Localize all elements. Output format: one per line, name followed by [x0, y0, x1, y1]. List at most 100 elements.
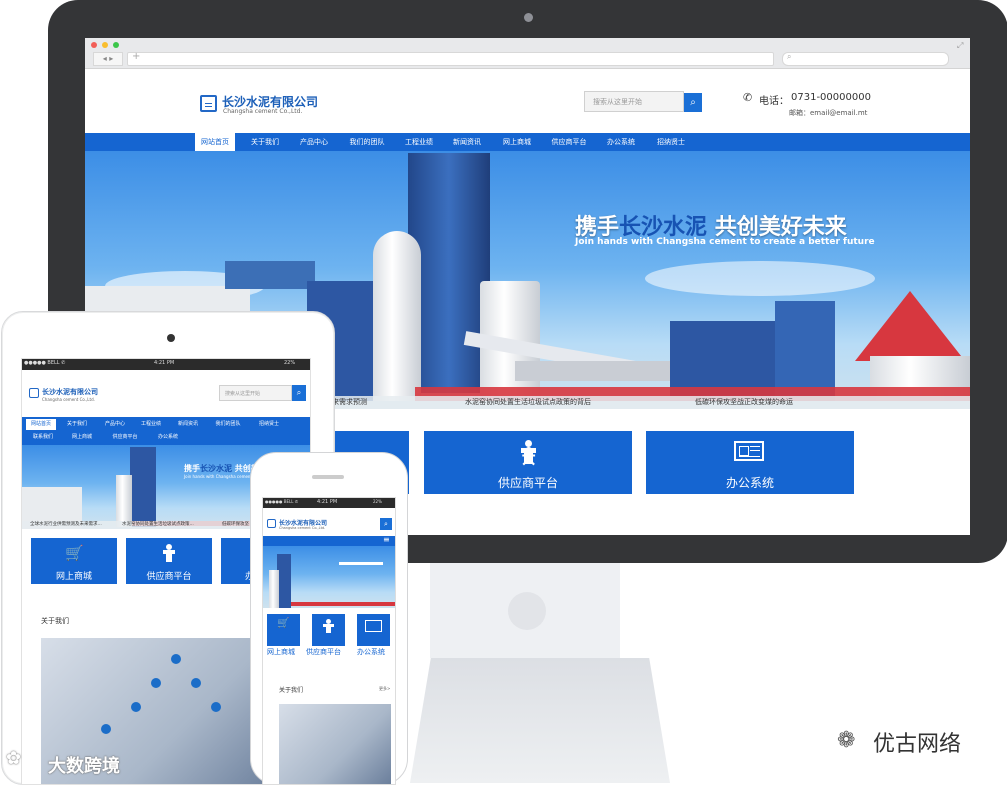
phone-tile-office[interactable] [357, 614, 390, 646]
close-dot-icon[interactable] [91, 42, 97, 48]
phone-banner [263, 546, 395, 608]
nav-item[interactable]: 招纳贤士 [649, 133, 693, 151]
battery-label: 22% [373, 499, 382, 504]
carrier-label: ●●●●● BELL ✆ [265, 499, 299, 504]
carrier-label: ●●●●● BELL ✆ [24, 360, 66, 366]
about-heading: 关于我们 [41, 617, 69, 625]
nav-item[interactable]: 新闻资讯 [445, 133, 489, 151]
back-forward-icon[interactable]: ◂ ▸ [93, 52, 123, 66]
banner-subtitle: Join hands with Changsha cement to creat… [575, 237, 875, 247]
phone-label: 电话： [759, 96, 789, 107]
nav-item[interactable]: 办公系统 [599, 133, 643, 151]
ticker-item[interactable]: 全球水泥行业供需预测及未来需求... [30, 521, 102, 527]
nav-item[interactable]: 网站首页 [195, 133, 235, 151]
nav-item[interactable]: 工程业绩 [397, 133, 441, 151]
nav-item[interactable]: 供应商平台 [104, 432, 146, 443]
about-image [279, 704, 391, 784]
company-subtitle: Changsha cement Co.,Ltd. [42, 397, 95, 402]
phone-tile-shop[interactable]: 🛒 [267, 614, 300, 646]
header-search-input[interactable]: 搜索从这里开始 [584, 91, 684, 112]
tile-office-system[interactable]: 办公系统 [646, 431, 854, 494]
nav-item[interactable]: 关于我们 [60, 419, 94, 430]
tile-label: 网上商城 [267, 648, 295, 656]
wechat-icon: ❁ [837, 728, 856, 753]
company-name: 长沙水泥有限公司 [42, 388, 98, 396]
company-subtitle: Changsha cement Co.,Ltd. [279, 526, 326, 530]
nav-item[interactable]: 关于我们 [243, 133, 287, 151]
nav-item[interactable]: 供应商平台 [543, 133, 595, 151]
tablet-camera [167, 334, 175, 342]
search-placeholder: 搜索从这里开始 [593, 98, 642, 106]
banner-title-strip [339, 562, 383, 565]
nav-item[interactable]: 我们的团队 [208, 419, 248, 430]
about-heading: 关于我们 [279, 687, 304, 694]
search-icon: ⌕ [787, 52, 792, 61]
company-logo-icon [267, 519, 276, 528]
nav-item[interactable]: 网上商城 [62, 432, 102, 443]
fullscreen-icon[interactable]: ⤢ [957, 41, 963, 51]
battery-label: 22% [284, 360, 296, 366]
nav-item[interactable]: 办公系统 [148, 432, 188, 443]
watermark-right: 优古网络 [873, 732, 962, 757]
cloud-shape [645, 261, 875, 296]
supplier-icon [323, 619, 334, 633]
search-icon: ⌕ [296, 388, 302, 397]
nav-item[interactable]: 我们的团队 [341, 133, 393, 151]
browser-chrome: ◂ ▸ + ⌕ ⤢ [85, 38, 970, 69]
plus-icon: + [132, 51, 141, 62]
monitor-stand-base [410, 658, 670, 783]
tablet-tile-supplier[interactable]: 供应商平台 [126, 538, 212, 584]
more-link[interactable]: 更多> [379, 686, 390, 692]
header-search-button[interactable]: ⌕ [684, 93, 702, 112]
phone-search-button[interactable]: ⌕ [380, 518, 392, 530]
nav-item[interactable]: 联系我们 [26, 432, 60, 443]
phone-status-bar: ●●●●● BELL ✆ 4:21 PM 22% [263, 498, 395, 508]
plant-pipe [225, 261, 315, 289]
ticker-item[interactable]: 低碳环保攻坚战正改变煤的命运 [695, 397, 793, 407]
tablet-search-input[interactable]: 搜索从这里开始 [219, 385, 292, 401]
phone-icon: ✆ [743, 91, 753, 104]
supplier-icon [162, 544, 176, 562]
org-chart-figure [131, 702, 141, 712]
status-time: 4:21 PM [317, 499, 338, 505]
nav-item[interactable]: 产品中心 [98, 419, 132, 430]
ticker-item[interactable]: 水泥窑协同处置生活垃圾试点政策的背后 [465, 397, 591, 407]
nav-item[interactable]: 工程业绩 [134, 419, 168, 430]
tile-label: 供应商平台 [306, 648, 341, 656]
tile-label: 办公系统 [725, 476, 774, 490]
menu-icon[interactable]: ≡ [383, 535, 390, 544]
banner-title: 携手长沙水泥 共创美 [184, 463, 259, 474]
preheater-tower [130, 447, 156, 527]
tile-label: 供应商平台 [146, 572, 192, 582]
nav-item[interactable]: 招纳贤士 [250, 419, 288, 430]
warehouse-roof [291, 602, 395, 606]
search-icon: ⌕ [690, 97, 696, 108]
nav-item[interactable]: 产品中心 [292, 133, 336, 151]
tablet-tile-shop[interactable]: 🛒 网上商城 [31, 538, 117, 584]
org-chart-figure [151, 678, 161, 688]
ticker-item[interactable]: 低碳环保攻坚 [222, 521, 249, 527]
phone-number: 0731-00000000 [791, 92, 871, 103]
tile-label: 供应商平台 [497, 476, 558, 490]
url-bar[interactable]: + [127, 51, 774, 66]
phone-speaker [312, 475, 344, 479]
nav-item[interactable]: 新闻资讯 [170, 419, 206, 430]
org-chart-figure [101, 724, 111, 734]
nav-item[interactable]: 网上商城 [495, 133, 539, 151]
office-icon [365, 620, 382, 632]
tablet-search-button[interactable]: ⌕ [292, 385, 306, 401]
nav-item[interactable]: 网站首页 [26, 419, 56, 430]
ticker-item[interactable]: 水泥窑协同处置生活垃圾试点政策... [122, 521, 194, 527]
minimize-dot-icon[interactable] [102, 42, 108, 48]
search-icon: ⌕ [384, 520, 388, 528]
maximize-dot-icon[interactable] [113, 42, 119, 48]
plant-silo [373, 231, 421, 401]
cart-icon: 🛒 [277, 618, 290, 629]
browser-search-field[interactable]: ⌕ [782, 52, 949, 66]
monitor-logo-circle [508, 592, 546, 630]
cart-icon: 🛒 [65, 544, 84, 562]
phone-tile-supplier[interactable] [312, 614, 345, 646]
plant-structure [775, 301, 835, 401]
watermark-left: 大数跨境 [48, 756, 120, 777]
tile-supplier-platform[interactable]: 🯅 供应商平台 [424, 431, 632, 494]
